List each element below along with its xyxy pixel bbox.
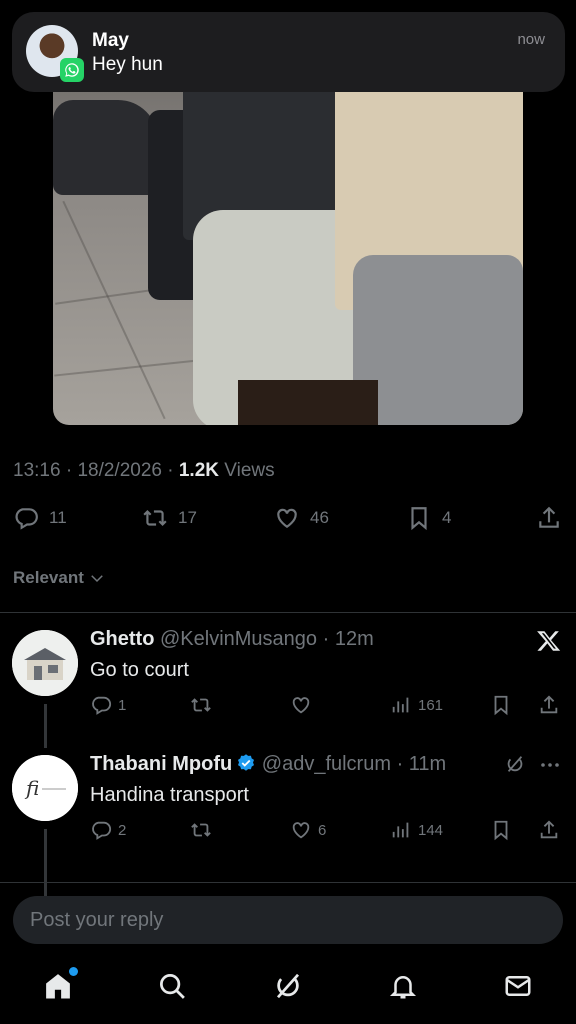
views-count[interactable]: 1.2K	[179, 460, 219, 481]
repost-count: 17	[178, 508, 197, 527]
notification-time: now	[517, 31, 545, 48]
divider	[0, 882, 576, 883]
avatar[interactable]	[12, 630, 78, 696]
share-button[interactable]	[536, 505, 562, 531]
post-time: 13:16	[13, 460, 61, 481]
notification-sender: May	[92, 30, 129, 51]
bookmark-button[interactable]	[490, 694, 512, 716]
share-icon	[539, 506, 559, 528]
heart-icon	[277, 508, 297, 528]
bottom-nav	[0, 955, 576, 1024]
whatsapp-icon	[60, 58, 84, 82]
share-button[interactable]	[538, 819, 560, 841]
views-button[interactable]: 161	[390, 694, 443, 716]
like-button[interactable]	[290, 694, 312, 716]
author-handle[interactable]: @KelvinMusango	[160, 628, 317, 650]
reply-action-bar: 1 161	[0, 694, 576, 720]
repost-icon	[191, 698, 211, 712]
more-options-icon[interactable]	[538, 753, 562, 782]
bookmark-icon	[494, 820, 508, 841]
repost-icon	[143, 509, 167, 527]
heart-icon	[292, 697, 310, 714]
avatar[interactable]: fi	[12, 755, 78, 821]
reply-author[interactable]: Ghetto @KelvinMusango · 12m	[90, 628, 374, 651]
notification-dot	[69, 967, 78, 976]
views-count: 144	[418, 821, 444, 839]
home-icon	[46, 974, 70, 999]
verified-badge-icon	[238, 754, 255, 771]
sort-replies-dropdown[interactable]: Relevant	[13, 568, 106, 588]
bookmark-icon	[494, 695, 508, 716]
repost-button[interactable]	[190, 819, 212, 841]
views-label: Views	[224, 460, 275, 481]
bar-chart-icon	[392, 697, 409, 713]
reply-button[interactable]: 2	[90, 819, 126, 841]
post-media-image[interactable]	[53, 40, 523, 425]
reply-author[interactable]: Thabani Mpofu @adv_fulcrum · 11m	[90, 753, 446, 776]
repost-icon	[191, 823, 211, 837]
repost-button[interactable]	[190, 694, 212, 716]
like-count: 6	[318, 821, 327, 839]
reply-count: 2	[118, 821, 127, 839]
nav-search[interactable]	[155, 969, 189, 1003]
bar-chart-icon	[392, 822, 409, 838]
grok-icon[interactable]	[504, 753, 526, 780]
reply-icon	[92, 821, 112, 840]
reply-action-bar: 2 6 144	[0, 819, 576, 845]
grok-x-icon[interactable]	[536, 628, 562, 659]
divider	[0, 612, 576, 613]
heart-icon	[292, 822, 310, 839]
reply-text: Handina transport	[90, 784, 249, 806]
like-button[interactable]: 46	[274, 505, 329, 531]
views-count: 161	[418, 696, 444, 714]
share-button[interactable]	[538, 694, 560, 716]
chevron-down-icon	[91, 575, 103, 583]
views-button[interactable]: 144	[390, 819, 443, 841]
post-timestamp-views: 13:16 · 18/2/2026 · 1.2K Views	[13, 460, 275, 481]
author-name[interactable]: Thabani Mpofu	[90, 753, 232, 775]
like-button[interactable]: 6	[290, 819, 326, 841]
reply-composer-input[interactable]: Post your reply	[13, 896, 563, 944]
post-action-bar: 11 17 46 4	[0, 505, 576, 535]
nav-home[interactable]	[41, 967, 78, 1003]
nav-messages[interactable]	[501, 969, 535, 1003]
repost-button[interactable]: 17	[142, 505, 197, 531]
grok-icon	[276, 973, 300, 999]
share-icon	[540, 820, 558, 839]
sort-label: Relevant	[13, 568, 84, 587]
notification-message: Hey hun	[92, 54, 163, 75]
reply-button[interactable]: 11	[13, 505, 67, 531]
mail-icon	[505, 976, 531, 996]
bookmark-button[interactable]	[490, 819, 512, 841]
composer-placeholder: Post your reply	[30, 909, 164, 931]
bookmark-button[interactable]: 4	[406, 505, 451, 531]
reply-icon	[92, 696, 112, 715]
reply-icon	[15, 508, 38, 530]
share-icon	[540, 695, 558, 714]
bell-icon	[389, 976, 417, 999]
reply-count: 1	[118, 696, 127, 714]
notification-banner[interactable]: May Hey hun now	[12, 12, 565, 92]
reply-text: Go to court	[90, 659, 189, 681]
like-count: 46	[310, 508, 329, 527]
reply-count: 11	[49, 508, 67, 527]
bookmark-count: 4	[442, 508, 452, 527]
post-date: 18/2/2026	[77, 460, 162, 481]
nav-notifications[interactable]	[386, 969, 420, 1003]
author-name[interactable]: Ghetto	[90, 628, 154, 650]
svg-text:fi: fi	[24, 776, 39, 800]
reply-button[interactable]: 1	[90, 694, 126, 716]
nav-grok[interactable]	[271, 969, 305, 1003]
reply-time: 11m	[408, 753, 447, 775]
author-handle[interactable]: @adv_fulcrum	[262, 753, 391, 775]
search-icon	[160, 974, 185, 999]
bookmark-icon	[411, 507, 427, 531]
reply-time: 12m	[334, 628, 374, 650]
